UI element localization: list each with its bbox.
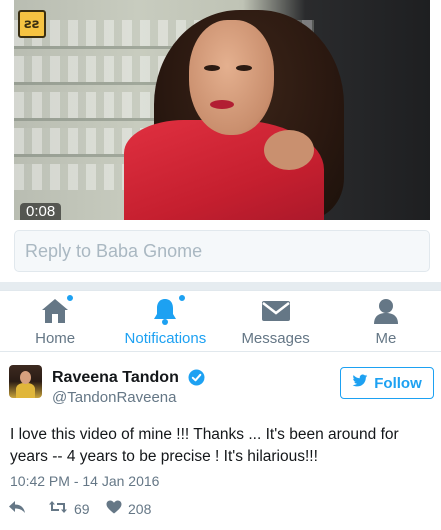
tab-label: Home: [35, 330, 76, 347]
tab-label: Notifications: [124, 330, 207, 347]
tweet-actions: 69 208: [0, 497, 441, 523]
person-eye: [236, 65, 252, 71]
tab-label: Messages: [241, 330, 310, 347]
tweet-timestamp[interactable]: 10:42 PM - 14 Jan 2016: [10, 473, 159, 489]
home-icon: [38, 294, 75, 326]
tweet-text: I love this video of mine !!! Thanks ...…: [10, 426, 399, 465]
author-handle[interactable]: @TandonRaveena: [52, 389, 176, 406]
tab-label: Me: [375, 330, 397, 347]
tab-notifications[interactable]: Notifications: [110, 290, 220, 351]
author-name[interactable]: Raveena Tandon: [52, 369, 179, 387]
notification-dot: [178, 294, 187, 302]
avatar[interactable]: [9, 365, 42, 398]
channel-logo-text: ƨƨ: [24, 16, 40, 32]
heart-icon: [106, 500, 122, 517]
person-eye: [204, 65, 220, 71]
retweet-button[interactable]: 69: [48, 500, 90, 517]
person-lips: [210, 100, 234, 109]
like-count: 208: [128, 500, 152, 517]
tab-messages[interactable]: Messages: [221, 290, 331, 351]
video-player[interactable]: ƨƨ 0:08: [14, 0, 430, 220]
bottom-tab-bar: Home Notifications Messages Me: [0, 290, 441, 352]
avatar-body: [16, 383, 35, 398]
reply-input[interactable]: Reply to Baba Gnome: [14, 230, 430, 272]
section-separator: [0, 282, 441, 290]
tweet: Raveena Tandon @TandonRaveena Follow I l…: [0, 352, 441, 530]
retweet-icon: [48, 500, 68, 517]
person-shoulder: [264, 130, 314, 170]
verified-badge-icon: [188, 369, 205, 386]
reply-area: Reply to Baba Gnome: [0, 220, 441, 282]
channel-logo: ƨƨ: [18, 10, 46, 38]
bell-icon: [148, 294, 187, 326]
tab-me[interactable]: Me: [331, 290, 441, 351]
envelope-icon: [259, 296, 293, 326]
divider: [0, 290, 441, 291]
reply-button[interactable]: [8, 500, 26, 517]
video-duration: 0:08: [20, 203, 62, 220]
person-face: [189, 20, 274, 135]
like-button[interactable]: 208: [106, 500, 151, 517]
twitter-bird-icon: [352, 374, 368, 392]
notification-dot: [66, 294, 75, 302]
person-icon: [369, 296, 403, 326]
tab-home[interactable]: Home: [0, 290, 110, 351]
retweet-count: 69: [74, 500, 90, 517]
reply-icon: [8, 500, 26, 517]
follow-button[interactable]: Follow: [340, 367, 434, 399]
follow-label: Follow: [374, 374, 422, 392]
avatar-face: [20, 371, 31, 384]
